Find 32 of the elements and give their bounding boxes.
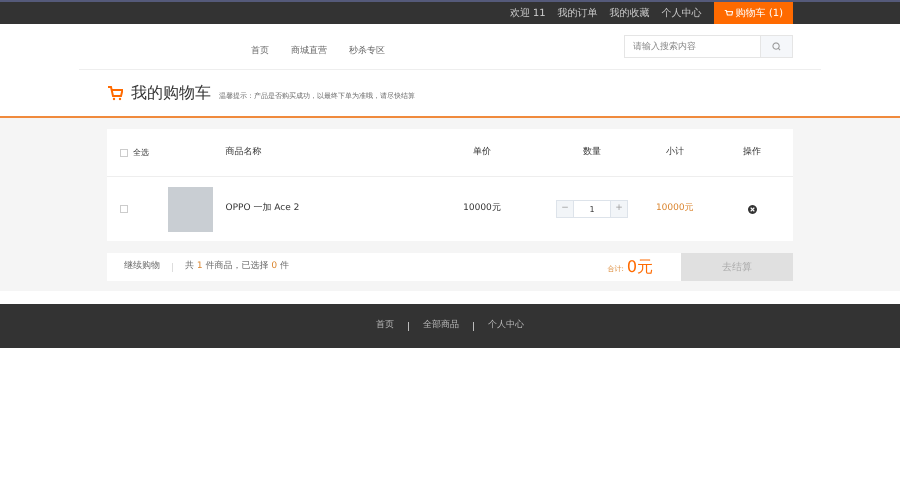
unit-price: 10000元 <box>463 203 501 214</box>
column-header: 数量 <box>583 146 602 157</box>
search-field[interactable]: 请输入搜索内容 <box>624 35 761 58</box>
cart-icon <box>724 8 733 18</box>
product-photo-placeholder <box>168 186 213 232</box>
summary-text: 共 1 件商品，已选择 0 件 <box>185 260 289 274</box>
column-header: 操作 <box>743 146 762 157</box>
page-title: 我的购物车 <box>131 82 211 104</box>
continue-shopping-link[interactable]: 继续购物 <box>124 260 160 274</box>
nav-link[interactable]: 秒杀专区 <box>349 44 385 58</box>
column-header: 商品名称 <box>226 146 262 157</box>
footer-link[interactable]: 全部商品 <box>423 319 459 333</box>
product-name: OPPO 一加 Ace 2 <box>226 203 300 214</box>
top-link[interactable]: 我的收藏 <box>610 6 650 20</box>
select-all-label: 全选 <box>133 146 149 158</box>
nav-link[interactable]: 商城直营 <box>291 44 327 58</box>
total-amount: 0元 <box>626 256 653 278</box>
checkbox[interactable] <box>120 148 128 156</box>
search-icon <box>772 42 781 51</box>
delete-icon[interactable] <box>748 204 757 214</box>
top-link[interactable]: 我的订单 <box>558 6 598 20</box>
column-header: 小计 <box>666 146 684 157</box>
top-link[interactable]: 欢迎 11 <box>510 6 546 20</box>
cart-icon <box>107 85 123 101</box>
nav-link[interactable]: 首页 <box>251 44 269 58</box>
checkbox[interactable] <box>120 205 128 213</box>
subtotal: 10000元 <box>656 203 694 214</box>
top-link[interactable]: 个人中心 <box>662 6 702 20</box>
footer-link[interactable]: 个人中心 <box>488 319 524 333</box>
search-button[interactable] <box>761 35 793 58</box>
column-header: 单价 <box>472 146 491 157</box>
footer-link[interactable]: 首页 <box>376 319 394 333</box>
